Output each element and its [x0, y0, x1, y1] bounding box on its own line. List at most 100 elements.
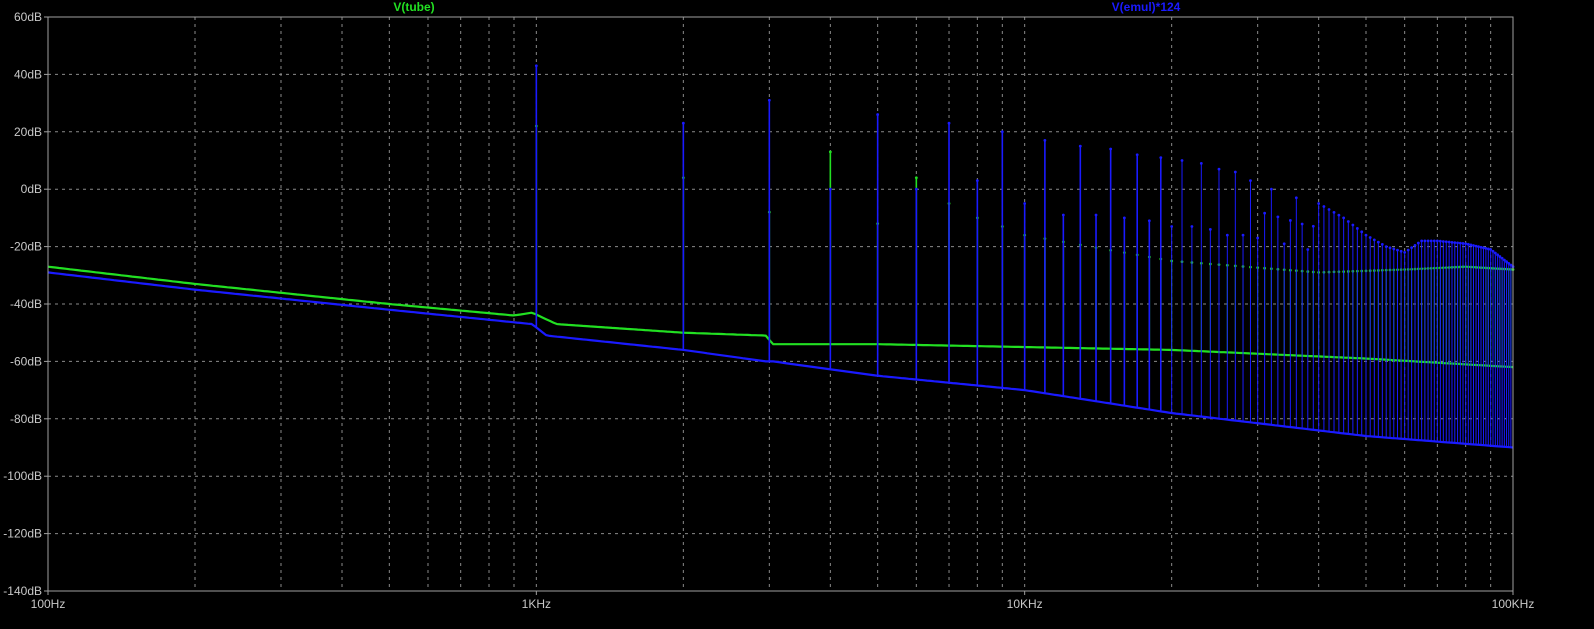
harmonic-peak-marker: [1190, 225, 1194, 228]
harmonic-peak-marker: [1477, 245, 1480, 249]
y-tick-label: -100dB: [3, 469, 42, 483]
harmonic-peak-marker: [1337, 213, 1341, 217]
harmonic-peak-marker: [1493, 251, 1497, 255]
harmonic-peak-marker: [1276, 215, 1280, 219]
harmonic-peak-marker: [1199, 161, 1203, 165]
harmonic-peak-marker: [767, 98, 771, 102]
harmonic-peak-marker: [1159, 156, 1163, 160]
legend-v-emul: V(emul)*124: [1112, 0, 1181, 14]
harmonic-peak-marker: [1498, 255, 1502, 258]
harmonic-peak-marker: [1332, 210, 1336, 214]
series-traces: [47, 64, 1515, 449]
harmonic-peak-marker: [1368, 236, 1372, 239]
harmonic-peak-marker: [1317, 202, 1321, 205]
y-tick-label: -140dB: [3, 584, 42, 598]
harmonic-peak-marker: [1416, 241, 1420, 245]
harmonic-peak-marker: [1225, 233, 1229, 237]
harmonic-peak-marker: [1486, 247, 1490, 251]
harmonic-peak-marker: [1482, 246, 1485, 250]
harmonic-peak-marker: [1469, 243, 1473, 247]
spectrum-chart: V(tube) V(emul)*124 60dB 40dB 20dB 0dB -20dB…: [3, 0, 1534, 611]
y-tick-label: -120dB: [3, 527, 42, 541]
grid: [47, 16, 1514, 592]
harmonic-peak-marker: [1170, 225, 1174, 228]
harmonic-peak-marker: [1023, 202, 1027, 205]
spectrum-plot-window: V(tube) V(emul)*124 60dB 40dB 20dB 0dB -20dB…: [0, 0, 1594, 624]
harmonic-peak-marker: [1094, 213, 1098, 217]
noise-floor-line: [47, 271, 1514, 449]
harmonic-peak-marker: [1450, 240, 1454, 244]
harmonic-peak-marker: [1423, 239, 1427, 243]
harmonic-peak-marker: [1360, 230, 1364, 234]
harmonic-peak-marker: [1208, 227, 1212, 231]
harmonic-peak-marker: [1376, 240, 1380, 244]
x-tick-label: 100Hz: [31, 597, 66, 611]
harmonic-peak-marker: [914, 176, 918, 180]
series-v-emul: [47, 64, 1515, 449]
harmonic-peak-marker: [1435, 239, 1439, 243]
noise-floor-line: [47, 265, 1514, 369]
harmonic-peak-marker: [1249, 179, 1252, 182]
harmonic-peak-marker: [1496, 253, 1500, 257]
harmonic-peak-marker: [534, 64, 538, 68]
chart-legend: V(tube) V(emul)*124: [393, 0, 1180, 14]
harmonic-peak-marker: [1413, 243, 1417, 247]
harmonic-peak-marker: [1061, 213, 1065, 217]
harmonic-peak-marker: [1372, 238, 1376, 242]
harmonic-peak-marker: [1472, 244, 1475, 247]
harmonic-peak-marker: [1399, 249, 1403, 253]
harmonic-peak-marker: [1447, 240, 1451, 244]
harmonic-peak-marker: [1388, 246, 1392, 250]
harmonic-peak-marker: [828, 150, 832, 154]
harmonic-peak-marker: [1502, 258, 1506, 262]
harmonic-peak-marker: [1396, 248, 1399, 252]
harmonic-peak-marker: [1269, 187, 1273, 191]
harmonic-peak-marker: [1466, 242, 1470, 246]
harmonic-peak-marker: [1256, 236, 1260, 240]
harmonic-peak-marker: [1380, 242, 1384, 246]
harmonic-peak-marker: [1351, 223, 1355, 227]
x-tick-label: 10KHz: [1007, 597, 1043, 611]
harmonic-peak-marker: [1432, 239, 1436, 243]
harmonic-peak-marker: [1263, 211, 1267, 215]
harmonic-peak-marker: [1384, 245, 1388, 249]
harmonic-peak-marker: [947, 121, 951, 125]
y-tick-label: 40dB: [14, 67, 42, 81]
harmonic-peak-marker: [1441, 240, 1445, 243]
harmonic-peak-marker: [1489, 248, 1493, 251]
y-tick-label: -40dB: [10, 297, 42, 311]
harmonic-peak-marker: [1327, 208, 1331, 211]
harmonic-peak-marker: [1311, 224, 1315, 228]
y-tick-label: 60dB: [14, 10, 42, 24]
harmonic-peak-marker: [1461, 242, 1465, 245]
harmonic-peak-marker: [1426, 239, 1430, 243]
harmonic-peak-marker: [1233, 170, 1237, 174]
harmonic-peak-marker: [1217, 167, 1221, 171]
harmonic-peak-marker: [1484, 246, 1488, 250]
harmonic-peak-marker: [828, 187, 832, 191]
y-tick-label: -60dB: [10, 354, 42, 368]
harmonic-peak-marker: [1474, 244, 1478, 248]
harmonic-peak-marker: [1355, 227, 1359, 230]
harmonic-peak-marker: [1403, 250, 1407, 254]
harmonic-peak-marker: [1282, 242, 1286, 246]
harmonic-peak-marker: [1429, 239, 1433, 243]
harmonic-peak-marker: [1346, 220, 1350, 223]
harmonic-peak-marker: [1464, 242, 1468, 246]
y-tick-label: 20dB: [14, 125, 42, 139]
harmonic-peak-marker: [1135, 153, 1139, 157]
harmonic-peak-marker: [1410, 246, 1414, 250]
harmonic-peak-marker: [914, 187, 918, 191]
harmonic-peak-marker: [1342, 216, 1346, 220]
harmonic-peak-marker: [1241, 233, 1245, 237]
harmonic-peak-marker: [1453, 241, 1457, 245]
harmonic-peak-marker: [681, 121, 685, 125]
harmonic-peak-marker: [1420, 239, 1424, 243]
harmonic-peak-marker: [1406, 248, 1410, 252]
series-v-tube: [47, 124, 1515, 369]
harmonic-peak-marker: [876, 113, 880, 116]
harmonic-peak-marker: [1078, 144, 1082, 148]
harmonic-peak-marker: [1458, 241, 1462, 245]
harmonic-peak-marker: [1438, 239, 1442, 243]
harmonic-peak-marker: [1306, 248, 1310, 251]
